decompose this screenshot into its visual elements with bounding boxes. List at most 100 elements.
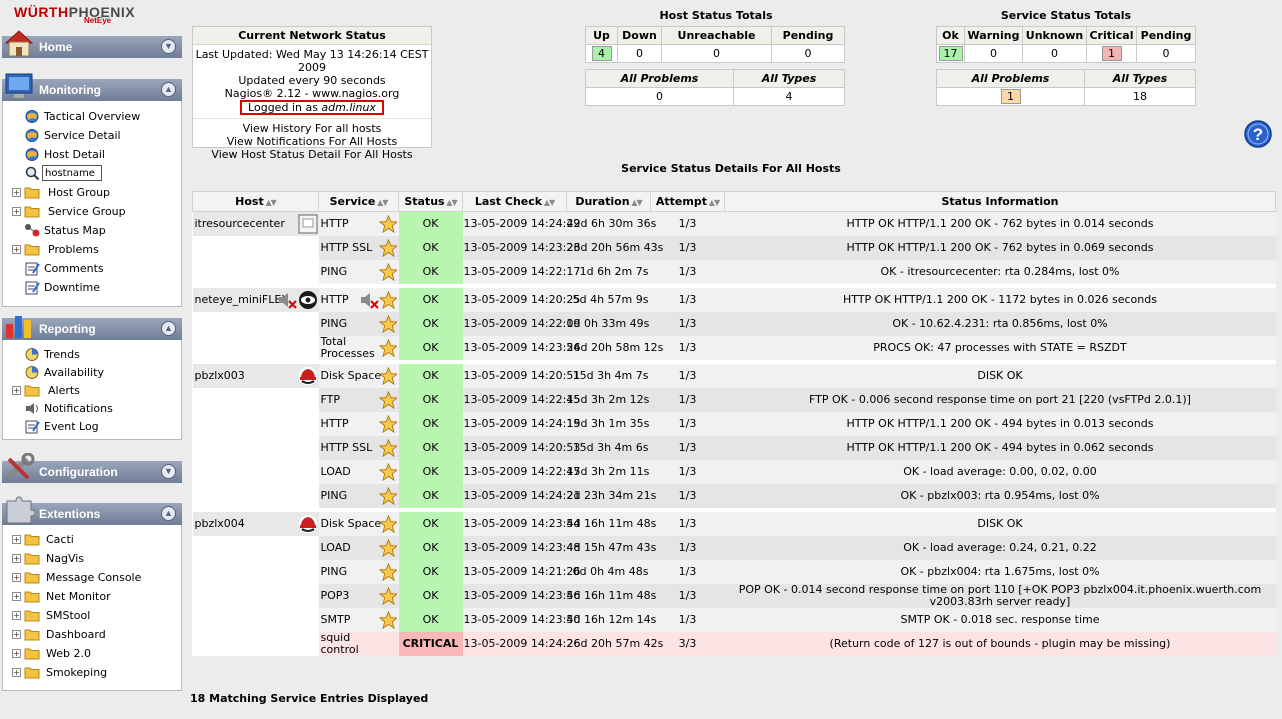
host-cell[interactable]: itresourcecenter xyxy=(192,211,319,236)
service-cell[interactable]: LOAD xyxy=(318,535,399,560)
sidebar-item-cacti[interactable]: + Cacti xyxy=(3,530,181,549)
service-cell[interactable]: Disk Space xyxy=(318,511,399,536)
host-up-count[interactable]: 4 xyxy=(591,46,612,61)
host-link[interactable]: pbzlx003 xyxy=(195,369,245,382)
sidebar-item-service-detail[interactable]: Service Detail xyxy=(3,126,181,145)
redhat-logo-icon[interactable] xyxy=(298,514,318,534)
star-icon[interactable] xyxy=(378,462,398,481)
service-cell[interactable]: Disk Space xyxy=(318,363,399,388)
star-icon[interactable] xyxy=(378,390,398,409)
service-cell[interactable]: LOAD xyxy=(318,459,399,484)
host-generic-icon[interactable] xyxy=(298,214,318,234)
host-cell[interactable]: neteye_miniFLEX xyxy=(192,287,319,312)
service-cell[interactable]: POP3 xyxy=(318,583,399,608)
service-link[interactable]: HTTP SSL xyxy=(321,441,373,454)
service-critical-count[interactable]: 1 xyxy=(1101,46,1122,61)
expand-icon[interactable]: + xyxy=(12,386,21,395)
expand-icon[interactable]: + xyxy=(12,188,21,197)
star-icon[interactable] xyxy=(378,414,398,433)
service-cell[interactable]: PING xyxy=(318,483,399,508)
star-icon[interactable] xyxy=(378,290,398,309)
service-cell[interactable]: PING xyxy=(318,259,399,284)
hostname-search-input[interactable] xyxy=(42,165,102,181)
expand-icon[interactable]: + xyxy=(12,207,21,216)
expand-icon[interactable]: + xyxy=(12,535,21,544)
sidebar-item-host-detail[interactable]: Host Detail xyxy=(3,145,181,164)
sidebar-item-smokeping[interactable]: + Smokeping xyxy=(3,663,181,682)
service-link[interactable]: SMTP xyxy=(321,613,351,626)
expand-icon[interactable]: + xyxy=(12,668,21,677)
service-totals-header[interactable]: Unknown xyxy=(1022,26,1087,45)
logo[interactable]: WÜRTHPHOENIX NetEye xyxy=(14,4,174,26)
star-icon[interactable] xyxy=(378,438,398,457)
host-link[interactable]: neteye_miniFLEX xyxy=(195,293,289,306)
service-link[interactable]: POP3 xyxy=(321,589,350,602)
column-header-status-information[interactable]: Status Information xyxy=(724,191,1276,212)
sort-arrows-icon[interactable]: ▲▼ xyxy=(542,198,555,207)
star-icon[interactable] xyxy=(378,338,398,357)
sidebar-header-configuration[interactable]: Configuration ▼ xyxy=(2,453,182,483)
sort-arrows-icon[interactable]: ▲▼ xyxy=(445,198,457,207)
help-icon[interactable]: ? xyxy=(1243,119,1273,149)
service-link[interactable]: Disk Space xyxy=(321,369,382,382)
sidebar-item-downtime[interactable]: Downtime xyxy=(3,278,181,297)
service-cell[interactable]: HTTP xyxy=(318,411,399,436)
service-cell[interactable]: HTTP SSL xyxy=(318,435,399,460)
service-link[interactable]: FTP xyxy=(321,393,341,406)
service-cell[interactable]: FTP xyxy=(318,387,399,412)
service-link[interactable]: Total Processes xyxy=(321,335,375,360)
service-link[interactable]: HTTP xyxy=(321,217,349,230)
sidebar-item-availability[interactable]: Availability xyxy=(3,363,181,381)
sidebar-item-service-group[interactable]: + Service Group xyxy=(3,202,181,221)
column-header-host[interactable]: Host ▲▼ xyxy=(192,191,319,212)
sidebar-item-status-map[interactable]: Status Map xyxy=(3,221,181,240)
service-link[interactable]: PING xyxy=(321,265,348,278)
service-link[interactable]: LOAD xyxy=(321,465,351,478)
host-eye-icon[interactable] xyxy=(298,290,318,310)
sidebar-item-trends[interactable]: Trends xyxy=(3,345,181,363)
notifications-disabled-icon[interactable] xyxy=(359,290,379,310)
service-link[interactable]: HTTP xyxy=(321,293,349,306)
sidebar-item-net-monitor[interactable]: + Net Monitor xyxy=(3,587,181,606)
host-totals-header[interactable]: Up xyxy=(585,26,618,45)
redhat-logo-icon[interactable] xyxy=(298,366,318,386)
expand-icon[interactable]: + xyxy=(12,554,21,563)
host-all-types-header[interactable]: All Types xyxy=(733,69,845,88)
star-icon[interactable] xyxy=(378,610,398,629)
sidebar-item-notifications[interactable]: Notifications xyxy=(3,399,181,417)
host-totals-header[interactable]: Down xyxy=(617,26,662,45)
service-totals-header[interactable]: Warning xyxy=(964,26,1023,45)
service-link[interactable]: HTTP xyxy=(321,417,349,430)
service-cell[interactable]: Total Processes xyxy=(318,335,399,360)
host-link[interactable]: pbzlx004 xyxy=(195,517,245,530)
host-totals-header[interactable]: Pending xyxy=(771,26,845,45)
service-cell[interactable]: SMTP xyxy=(318,607,399,632)
service-link[interactable]: squid control xyxy=(321,631,373,656)
service-cell[interactable]: PING xyxy=(318,559,399,584)
service-totals-header[interactable]: Critical xyxy=(1086,26,1137,45)
service-all-types-header[interactable]: All Types xyxy=(1084,69,1196,88)
sort-arrows-icon[interactable]: ▲▼ xyxy=(630,198,642,207)
expand-icon[interactable]: + xyxy=(12,245,21,254)
sidebar-item-web20[interactable]: + Web 2.0 xyxy=(3,644,181,663)
nagios-version-link[interactable]: Nagios® 2.12 - www.nagios.org xyxy=(193,87,431,100)
sidebar-header-reporting[interactable]: Reporting ▲ xyxy=(2,316,182,340)
sort-arrows-icon[interactable]: ▲▼ xyxy=(375,198,388,207)
star-icon[interactable] xyxy=(378,514,398,533)
service-cell[interactable]: HTTP xyxy=(318,211,399,236)
sidebar-item-event-log[interactable]: Event Log xyxy=(3,417,181,435)
chevron-down-icon[interactable]: ▼ xyxy=(161,39,176,54)
host-cell[interactable]: pbzlx003 xyxy=(192,363,319,388)
expand-icon[interactable]: + xyxy=(12,592,21,601)
star-icon[interactable] xyxy=(378,562,398,581)
sidebar-item-smstool[interactable]: + SMStool xyxy=(3,606,181,625)
star-icon[interactable] xyxy=(378,586,398,605)
service-totals-header[interactable]: Ok xyxy=(936,26,965,45)
sidebar-header-extentions[interactable]: Extentions ▲ xyxy=(2,496,182,525)
column-header-status[interactable]: Status ▲▼ xyxy=(398,191,463,212)
column-header-attempt[interactable]: Attempt ▲▼ xyxy=(650,191,725,212)
view-history-link[interactable]: View History For all hosts xyxy=(193,122,431,135)
service-cell[interactable]: HTTP xyxy=(318,287,399,312)
column-header-duration[interactable]: Duration ▲▼ xyxy=(566,191,651,212)
star-icon[interactable] xyxy=(378,214,398,234)
